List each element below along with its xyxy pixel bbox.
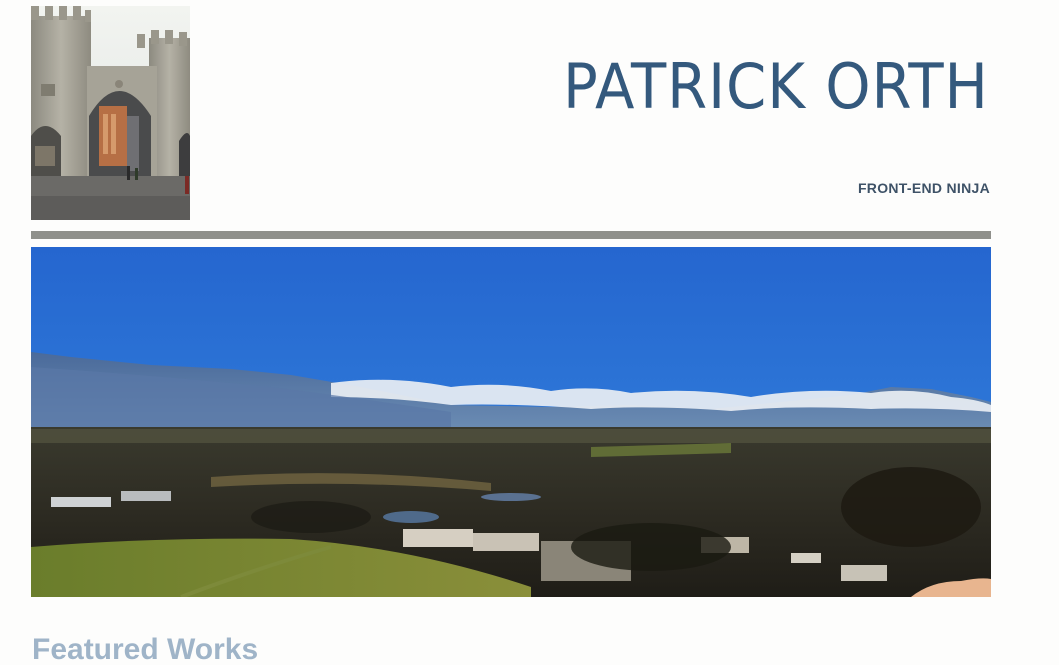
hero-panorama-image — [31, 247, 991, 597]
featured-works-heading: Featured Works — [32, 633, 259, 665]
page: PATRICK ORTH FRONT-END NINJA Featured Wo… — [0, 0, 1059, 665]
header-divider — [31, 231, 991, 239]
profile-photo — [31, 6, 190, 220]
site-subtitle: FRONT-END NINJA — [857, 180, 990, 196]
site-title: PATRICK ORTH — [563, 50, 989, 123]
